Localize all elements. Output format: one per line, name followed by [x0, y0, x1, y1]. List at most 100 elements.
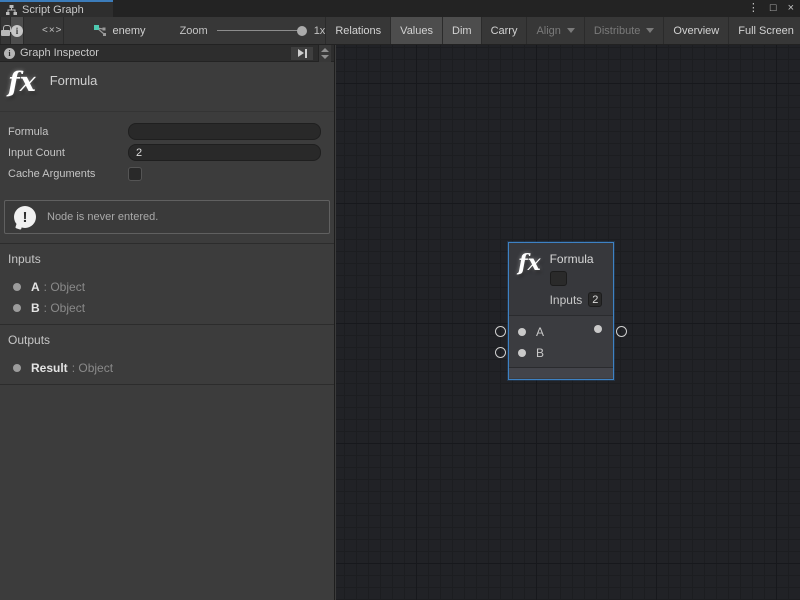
port-type: : Object: [72, 361, 113, 375]
input-count-label: Input Count: [8, 147, 128, 159]
input-port-row-a: A : Object: [8, 276, 326, 297]
unit-fields: Formula Input Count 2 Cache Arguments: [0, 112, 334, 190]
tab-script-graph[interactable]: Script Graph: [0, 0, 113, 17]
node-output-port-result[interactable]: [594, 325, 602, 333]
formula-input[interactable]: [128, 123, 321, 140]
panel-scroll-spinner[interactable]: [318, 45, 331, 62]
formula-node-ports: A B: [509, 316, 613, 368]
full-screen-label: Full Screen: [738, 25, 794, 37]
zoom-slider[interactable]: [217, 17, 305, 45]
formula-field-row: Formula: [8, 123, 321, 140]
maximize-icon[interactable]: □: [770, 3, 777, 14]
values-button[interactable]: Values: [391, 17, 443, 44]
graph-name: enemy: [113, 25, 146, 37]
outputs-section: Outputs Result : Object: [0, 325, 334, 384]
script-graph-window: Script Graph ⋮ □ × i <×> enemy: [0, 0, 800, 600]
port-label: A: [536, 325, 544, 339]
code-view-button[interactable]: <×>: [42, 17, 64, 44]
zoom-slider-handle[interactable]: [297, 26, 307, 36]
info-icon: i: [4, 48, 15, 59]
window-controls: ⋮ □ ×: [748, 0, 794, 17]
warning-box: ! Node is never entered.: [4, 200, 330, 234]
port-dot-icon[interactable]: [518, 349, 526, 357]
align-label: Align: [536, 25, 560, 37]
unconnected-output-port-result[interactable]: [616, 326, 627, 337]
node-formula-input[interactable]: [550, 271, 567, 286]
distribute-dropdown[interactable]: Distribute: [585, 17, 664, 44]
tab-label: Script Graph: [22, 4, 84, 16]
overview-label: Overview: [673, 25, 719, 37]
chevron-down-icon: [646, 28, 654, 33]
graph-toolbar: i <×> enemy Zoom 1x Relations: [0, 17, 800, 45]
dock-arrow-icon: [298, 49, 304, 57]
relations-button[interactable]: Relations: [325, 17, 391, 44]
port-dot-icon[interactable]: [518, 328, 526, 336]
graph-breadcrumb[interactable]: enemy: [94, 17, 146, 44]
input-count-input[interactable]: 2: [128, 144, 321, 161]
unit-header: fx Formula: [0, 62, 334, 112]
warning-icon: !: [14, 206, 36, 228]
formula-node[interactable]: fx Formula Inputs 2 A B: [508, 242, 614, 380]
zoom-value: 1x: [314, 25, 326, 37]
info-icon: i: [11, 25, 23, 37]
full-screen-button[interactable]: Full Screen: [729, 17, 800, 44]
close-icon[interactable]: ×: [788, 3, 794, 14]
node-title: Formula: [550, 252, 603, 266]
unconnected-input-port-a[interactable]: [495, 326, 506, 337]
chevron-down-icon: [567, 28, 575, 33]
graph-inspector-panel: i Graph Inspector fx Formula Formula Inp…: [0, 45, 335, 600]
dim-button[interactable]: Dim: [443, 17, 482, 44]
formula-node-header[interactable]: fx Formula Inputs 2: [509, 243, 613, 316]
input-count-field-row: Input Count 2: [8, 144, 321, 161]
node-input-port-b[interactable]: B: [518, 346, 544, 360]
dock-panel-button[interactable]: [291, 47, 313, 60]
chevron-down-icon: [321, 55, 329, 59]
port-dot-icon: [13, 364, 21, 372]
relations-label: Relations: [335, 25, 381, 37]
port-name: A: [31, 280, 40, 294]
port-type: : Object: [44, 280, 85, 294]
port-name: B: [31, 301, 40, 315]
distribute-label: Distribute: [594, 25, 640, 37]
port-dot-icon: [13, 283, 21, 291]
cache-arguments-label: Cache Arguments: [8, 168, 128, 180]
port-dot-icon: [13, 304, 21, 312]
formula-fx-icon: fx: [518, 252, 541, 315]
unconnected-input-port-b[interactable]: [495, 347, 506, 358]
port-label: B: [536, 346, 544, 360]
inspector-toggle-button[interactable]: i: [11, 17, 24, 44]
node-input-port-a[interactable]: A: [518, 325, 544, 339]
output-port-row-result: Result : Object: [8, 357, 326, 378]
node-inputs-label: Inputs: [550, 293, 583, 307]
lock-button[interactable]: [0, 17, 11, 44]
formula-field-label: Formula: [8, 126, 128, 138]
formula-fx-icon: fx: [8, 68, 36, 111]
zoom-control: Zoom 1x: [180, 17, 326, 44]
align-dropdown[interactable]: Align: [527, 17, 584, 44]
outputs-header: Outputs: [8, 333, 326, 347]
warning-text: Node is never entered.: [47, 211, 158, 223]
chevron-up-icon: [321, 48, 329, 52]
formula-node-footer: [509, 368, 613, 378]
cache-arguments-row: Cache Arguments: [8, 165, 321, 182]
graph-canvas[interactable]: fx Formula Inputs 2 A B: [336, 45, 800, 600]
tab-bar: Script Graph ⋮ □ ×: [0, 0, 800, 17]
section-divider: [0, 384, 334, 385]
port-type: : Object: [44, 301, 85, 315]
values-label: Values: [400, 25, 433, 37]
port-name: Result: [31, 361, 68, 375]
code-icon: <×>: [42, 25, 63, 36]
input-port-row-b: B : Object: [8, 297, 326, 318]
inputs-header: Inputs: [8, 252, 326, 266]
zoom-label: Zoom: [180, 25, 208, 37]
zoom-slider-track: [217, 30, 305, 31]
lock-icon: [1, 30, 10, 36]
carry-label: Carry: [491, 25, 518, 37]
node-inputs-count-input[interactable]: 2: [588, 292, 602, 307]
carry-button[interactable]: Carry: [482, 17, 528, 44]
window-menu-icon[interactable]: ⋮: [748, 3, 759, 14]
dock-bar-icon: [305, 49, 307, 58]
overview-button[interactable]: Overview: [664, 17, 729, 44]
graph-inspector-title: Graph Inspector: [20, 47, 99, 59]
cache-arguments-checkbox[interactable]: [128, 167, 142, 181]
